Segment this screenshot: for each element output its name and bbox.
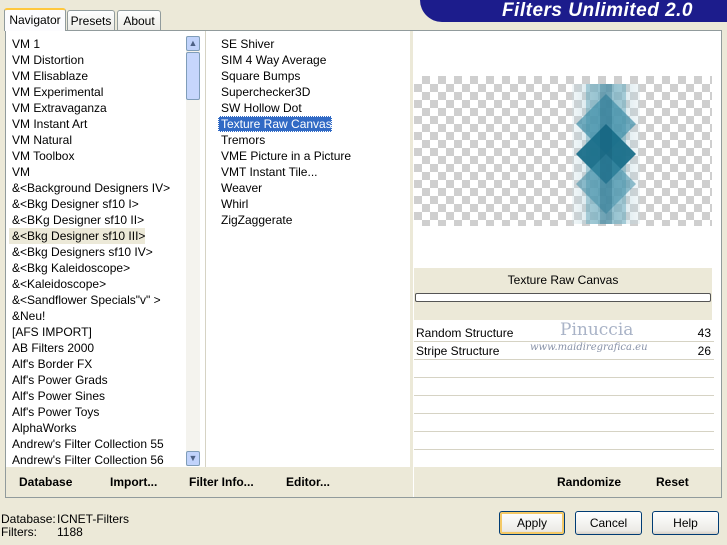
category-list-item[interactable]: Alf's Border FX (9, 356, 185, 372)
filter-list-item[interactable]: ZigZaggerate (218, 212, 398, 228)
category-list-item[interactable]: [AFS IMPORT] (9, 324, 185, 340)
category-list-item[interactable]: Alf's Power Toys (9, 404, 185, 420)
filter-list-item[interactable]: VMT Instant Tile... (218, 164, 398, 180)
filter-list: SE Shiver SIM 4 Way Average Square Bumps Su… (218, 36, 398, 228)
category-list-item[interactable]: &<Bkg Designer sf10 III> (9, 228, 146, 244)
filter-list-item[interactable]: Tremors (218, 132, 398, 148)
param-row-empty (414, 378, 714, 396)
database-button[interactable]: Database (19, 475, 72, 489)
database-label: Database: (1, 512, 56, 526)
bottom-toolbar-left: Database Import... Filter Info... Editor… (6, 467, 410, 497)
category-list-item[interactable]: AlphaWorks (9, 420, 185, 436)
filter-list-item[interactable]: SE Shiver (218, 36, 398, 52)
category-list-item[interactable]: VM 1 (9, 36, 185, 52)
category-list-item[interactable]: VM Elisablaze (9, 68, 185, 84)
scroll-up-button[interactable]: ▲ (186, 36, 200, 51)
category-list-item[interactable]: VM Natural (9, 132, 185, 148)
category-scrollbar[interactable]: ▲ ▼ (186, 36, 200, 466)
filter-list-item[interactable]: SW Hollow Dot (218, 100, 398, 116)
param-row-empty (414, 360, 714, 378)
category-list-item[interactable]: Andrew's Filter Collection 56 (9, 452, 185, 466)
category-list-item[interactable]: AB Filters 2000 (9, 340, 185, 356)
category-list-item[interactable]: &<Bkg Designers sf10 IV> (9, 244, 185, 260)
filter-list-box: SE Shiver SIM 4 Way Average Square Bumps Su… (215, 36, 405, 466)
import-button[interactable]: Import... (110, 475, 157, 489)
app-title: Filters Unlimited 2.0 (501, 0, 693, 21)
filter-list-item[interactable]: Texture Raw Canvas (218, 116, 332, 132)
progress-bar (415, 293, 711, 302)
help-button[interactable]: Help (652, 511, 719, 535)
randomize-button[interactable]: Randomize (557, 475, 621, 489)
tab-presets[interactable]: Presets (67, 10, 115, 30)
category-list: VM 1 VM Distortion VM Elisablaze VM Experim… (9, 36, 185, 466)
filter-list-item[interactable]: Superchecker3D (218, 84, 398, 100)
filters-count: 1188 (57, 525, 83, 539)
category-list-item[interactable]: VM (9, 164, 185, 180)
watermark-name: Pinuccia (560, 320, 634, 340)
filter-info-button[interactable]: Filter Info... (189, 475, 254, 489)
param-row-empty (414, 414, 714, 432)
param-value[interactable]: 43 (698, 326, 711, 340)
reset-button[interactable]: Reset (656, 475, 689, 489)
editor-button[interactable]: Editor... (286, 475, 330, 489)
category-list-item[interactable]: Alf's Power Sines (9, 388, 185, 404)
title-banner: Filters Unlimited 2.0 (420, 0, 727, 22)
apply-button[interactable]: Apply (499, 511, 565, 535)
watermark-url: www.maidiregrafica.eu (530, 342, 648, 353)
tab-about[interactable]: About (117, 10, 161, 30)
category-list-item[interactable]: &<BKg Designer sf10 II> (9, 212, 185, 228)
category-list-item[interactable]: VM Instant Art (9, 116, 185, 132)
param-row-empty (414, 432, 714, 450)
category-list-item[interactable]: VM Distortion (9, 52, 185, 68)
category-list-item[interactable]: &<Kaleidoscope> (9, 276, 185, 292)
param-row-empty (414, 450, 714, 468)
category-list-item[interactable]: VM Experimental (9, 84, 185, 100)
list-divider (205, 31, 206, 467)
param-label: Stripe Structure (416, 344, 500, 358)
database-value: ICNET-Filters (57, 512, 129, 526)
category-list-item[interactable]: Alf's Power Grads (9, 372, 185, 388)
category-list-item[interactable]: &<Background Designers IV> (9, 180, 185, 196)
filter-list-item[interactable]: SIM 4 Way Average (218, 52, 398, 68)
filter-name-label: Texture Raw Canvas (507, 273, 619, 287)
bottom-toolbar-right: Randomize Reset (414, 467, 721, 497)
category-list-item[interactable]: &<Sandflower Specials"v" > (9, 292, 185, 308)
filter-preview (414, 76, 712, 226)
param-row-empty (414, 396, 714, 414)
category-list-item[interactable]: &Neu! (9, 308, 185, 324)
pane-divider (410, 31, 413, 497)
category-list-box: VM 1 VM Distortion VM Elisablaze VM Experim… (6, 36, 186, 466)
category-list-item[interactable]: VM Toolbox (9, 148, 185, 164)
category-list-item[interactable]: Andrew's Filter Collection 55 (9, 436, 185, 452)
filter-list-item[interactable]: Whirl (218, 196, 398, 212)
scroll-down-button[interactable]: ▼ (186, 451, 200, 466)
category-list-item[interactable]: &<Bkg Designer sf10 I> (9, 196, 185, 212)
param-value[interactable]: 26 (698, 344, 711, 358)
param-label: Random Structure (416, 326, 514, 340)
filter-list-item[interactable]: VME Picture in a Picture (218, 148, 398, 164)
category-list-item[interactable]: VM Extravaganza (9, 100, 185, 116)
category-list-item[interactable]: &<Bkg Kaleidoscope> (9, 260, 185, 276)
tab-navigator[interactable]: Navigator (4, 8, 66, 31)
filter-list-item[interactable]: Weaver (218, 180, 398, 196)
filters-label: Filters: (1, 525, 37, 539)
scroll-thumb[interactable] (186, 52, 200, 100)
preview-image (572, 84, 640, 224)
filter-list-item[interactable]: Square Bumps (218, 68, 398, 84)
cancel-button[interactable]: Cancel (575, 511, 642, 535)
